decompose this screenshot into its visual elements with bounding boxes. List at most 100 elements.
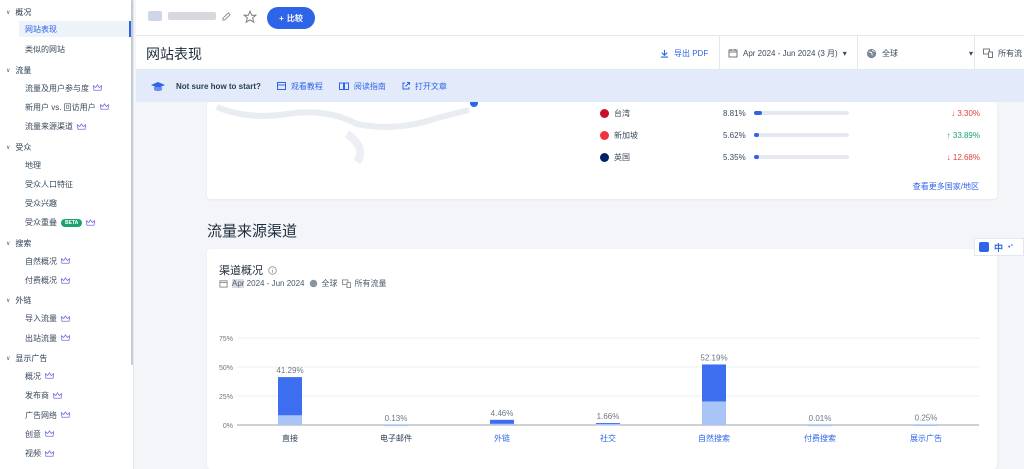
category-label: 展示广告 [910, 433, 942, 443]
title-bar: 网站表现 导出 PDF Apr 2024 - Jun 2024 (3 月) ▾ … [136, 36, 1024, 70]
site-selector[interactable] [148, 11, 231, 21]
crown-icon [77, 122, 86, 130]
bar-value-label: 52.19% [700, 353, 727, 362]
sidebar-item[interactable]: 流量及用户参与度 [25, 83, 102, 94]
y-tick-label: 25% [219, 394, 233, 401]
sidebar-item[interactable]: 发布商 [25, 390, 62, 401]
bar-segment-secondary [596, 424, 620, 426]
traffic-type-selector[interactable]: 所有流 [974, 36, 1024, 70]
graduation-cap-icon [151, 81, 165, 91]
more-countries-link[interactable]: 查看更多国家/地区 [913, 181, 979, 192]
caret-down-icon: ▾ [842, 48, 847, 58]
share-bar [754, 111, 849, 115]
bar-segment-primary [490, 419, 514, 424]
share-bar [754, 155, 849, 159]
crown-icon [99, 103, 109, 111]
channels-overview-card: 渠道概况 Apr 2024 - Jun 2024 全球 所有流量 75% 50% 2… [207, 249, 997, 469]
sidebar-item[interactable]: 新用户 vs. 回访用户 [25, 102, 109, 113]
section-title-traffic-channels: 流量来源渠道 [207, 223, 298, 240]
globe-icon [866, 48, 877, 58]
sidebar-section-header[interactable]: ∨ 流量 [6, 65, 31, 76]
sidebar-item[interactable]: 地理 [25, 160, 41, 171]
category-label: 电子邮件 [380, 433, 412, 443]
chevron-down-icon: ∨ [6, 240, 11, 247]
sidebar-item[interactable]: 受众人口特征 [25, 179, 73, 190]
bar-segment-secondary [384, 424, 408, 427]
crown-icon [53, 391, 62, 399]
video-icon [276, 82, 286, 90]
sidebar: ∨ 概况 网站表现 类似的网站 ∨ 流量 流量及用户参与度 新用户 vs. 回访用户 流量来源渠… [0, 0, 134, 469]
sidebar-item[interactable]: 付费概况 [25, 275, 70, 286]
sidebar-section-header[interactable]: ∨ 受众 [6, 142, 31, 153]
chevron-down-icon: ∨ [6, 10, 11, 16]
sidebar-item[interactable]: 导入流量 [25, 313, 70, 324]
countries-card: 台湾 8.81% ↓ 3.30% 新加坡 5.62% ↑ 33.89% 英国 5.35% ↓ 1… [207, 102, 997, 199]
chevron-down-icon: ∨ [6, 144, 11, 151]
chevron-down-icon: ∨ [6, 298, 11, 305]
category-label: 自然搜索 [698, 433, 730, 443]
sidebar-item[interactable]: 创意 [25, 429, 54, 440]
caret-down-icon: ▾ [969, 48, 974, 58]
external-link-icon [402, 82, 410, 90]
watch-tutorial-link[interactable]: 观看教程 [276, 81, 323, 92]
bar-value-label: 0.13% [385, 414, 408, 423]
star-icon[interactable] [243, 10, 257, 24]
chevron-down-icon: ∨ [6, 355, 11, 362]
crown-icon [61, 257, 70, 264]
bar-value-label: 41.29% [276, 366, 303, 375]
sidebar-section-header[interactable]: ∨ 外链 [6, 295, 31, 306]
bar-segment-primary [596, 423, 620, 425]
change-value: ↓ 3.30% [951, 108, 980, 118]
date-range-picker[interactable]: Apr 2024 - Jun 2024 (3 月) ▾ [719, 36, 857, 70]
sidebar-section-header[interactable]: ∨ 概况 [6, 7, 31, 18]
bar-segment-secondary [808, 424, 832, 427]
open-article-link[interactable]: 打开文章 [402, 81, 447, 92]
sidebar-item[interactable]: 流量来源渠道 [25, 121, 86, 132]
beta-badge: BETA [61, 218, 83, 227]
sidebar-item[interactable]: 自然概况 [25, 256, 70, 267]
share-bar [754, 133, 849, 137]
sidebar-item[interactable]: 广告网络 [25, 410, 70, 421]
country-row[interactable]: 台湾 8.81% ↓ 3.30% [600, 106, 980, 120]
read-guide-link[interactable]: 阅读指南 [338, 81, 386, 92]
sidebar-item[interactable]: 类似的网站 [25, 44, 65, 55]
y-tick-label: 50% [219, 365, 233, 372]
sidebar-section-header[interactable]: ∨ 显示广告 [6, 353, 47, 364]
bar-segment-secondary [914, 424, 938, 427]
country-row[interactable]: 英国 5.35% ↓ 12.68% [600, 150, 980, 164]
devices-icon [983, 48, 993, 58]
flag-icon [600, 130, 609, 140]
category-label: 付费搜索 [804, 433, 836, 443]
onboarding-banner: Not sure how to start? 观看教程 阅读指南 打开文章 [136, 70, 1024, 102]
category-label: 直接 [282, 433, 298, 443]
sidebar-item[interactable]: 受众重叠 BETA [25, 217, 96, 228]
flag-icon [600, 152, 609, 162]
bar-segment-secondary [702, 401, 726, 425]
y-tick-label: 0% [223, 423, 233, 430]
download-icon [660, 49, 669, 58]
top-bar: + 比较 [136, 0, 1024, 36]
region-selector[interactable]: 全球 ▾ [857, 36, 974, 70]
floating-toolbar[interactable]: 中 •° [974, 238, 1024, 256]
country-row[interactable]: 新加坡 5.62% ↑ 33.89% [600, 128, 980, 142]
edit-icon[interactable] [222, 11, 231, 21]
sidebar-item[interactable]: 受众兴趣 [25, 198, 57, 209]
sidebar-item[interactable]: 视频 [25, 448, 54, 459]
book-icon [338, 82, 349, 90]
flag-icon [600, 108, 609, 118]
bar-segment-primary [702, 364, 726, 402]
sidebar-scrollbar[interactable] [131, 0, 133, 365]
compare-button[interactable]: + 比较 [267, 7, 315, 29]
sidebar-item[interactable]: 出站流量 [25, 333, 70, 344]
crown-icon [61, 314, 70, 322]
category-label: 外链 [494, 433, 510, 443]
export-pdf-button[interactable]: 导出 PDF [652, 36, 708, 70]
sidebar-section-header[interactable]: ∨ 搜索 [6, 238, 31, 249]
bar-value-label: 1.66% [597, 412, 620, 421]
crown-icon [45, 449, 54, 457]
app-logo-icon [979, 242, 989, 252]
sidebar-item[interactable]: 概况 [25, 371, 54, 382]
bar-value-label: 0.01% [809, 414, 832, 423]
bar-segment-primary [278, 377, 302, 416]
sidebar-item[interactable]: 网站表现 [19, 21, 131, 37]
